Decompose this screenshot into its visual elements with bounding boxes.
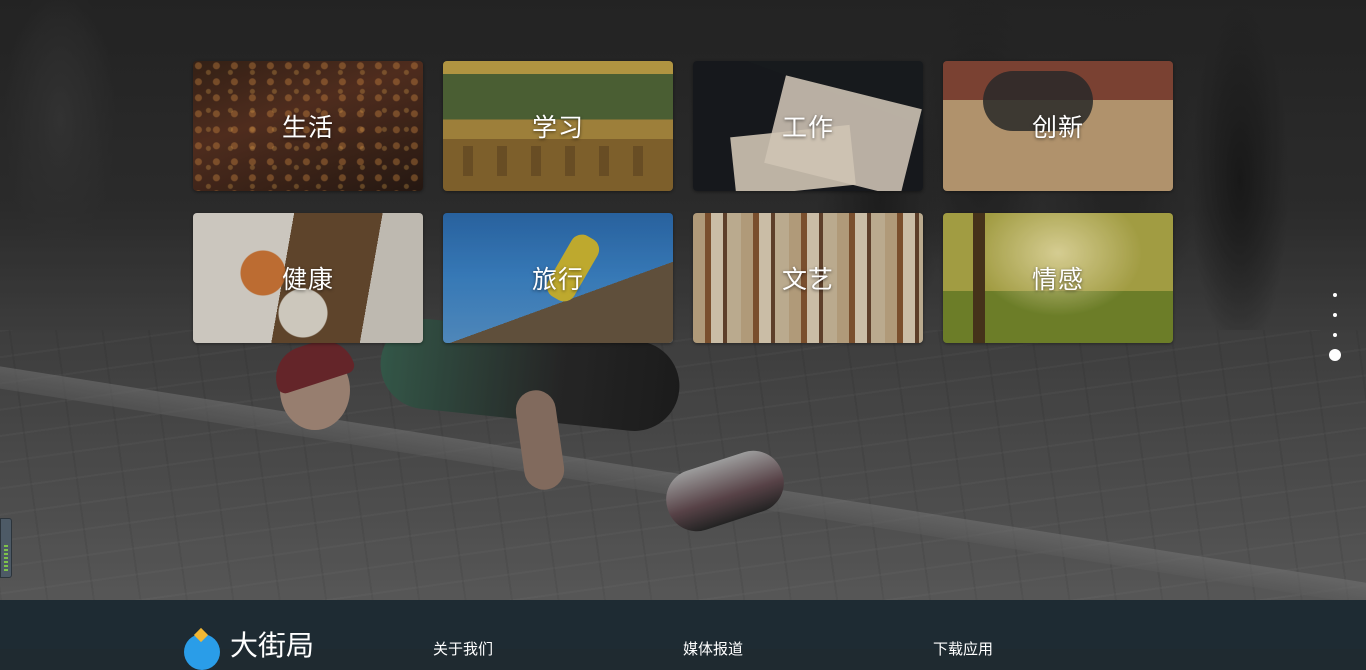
category-label: 生活 xyxy=(281,113,334,142)
pager-dot-3[interactable] xyxy=(1333,333,1337,337)
logo-text: 大街局 xyxy=(230,629,315,662)
category-label: 情感 xyxy=(1031,265,1084,294)
category-card-travel[interactable]: 旅行 xyxy=(443,213,673,343)
pager-dot-2[interactable] xyxy=(1333,313,1337,317)
slide-pager xyxy=(1328,290,1342,370)
level-meter-icon xyxy=(4,545,8,571)
category-card-work[interactable]: 工作 xyxy=(693,61,923,191)
category-card-emotion[interactable]: 情感 xyxy=(943,213,1173,343)
category-label: 工作 xyxy=(781,113,834,142)
category-card-health[interactable]: 健康 xyxy=(193,213,423,343)
category-label: 创新 xyxy=(1031,113,1084,142)
category-card-innovation[interactable]: 创新 xyxy=(943,61,1173,191)
category-label: 健康 xyxy=(281,265,334,294)
category-label: 文艺 xyxy=(781,265,834,294)
pager-dot-1[interactable] xyxy=(1333,293,1337,297)
logo-icon xyxy=(182,630,222,670)
side-volume-widget[interactable] xyxy=(0,518,12,578)
category-card-art[interactable]: 文艺 xyxy=(693,213,923,343)
category-card-study[interactable]: 学习 xyxy=(443,61,673,191)
category-card-life[interactable]: 生活 xyxy=(193,61,423,191)
category-label: 学习 xyxy=(531,113,584,142)
footer: 大街局 关于我们 媒体报道 下载应用 xyxy=(0,600,1366,670)
pager-dot-4-active[interactable] xyxy=(1329,349,1341,361)
category-grid: 生活 学习 工作 创新 健康 旅行 文艺 情感 xyxy=(193,61,1173,343)
footer-logo[interactable]: 大街局 xyxy=(182,630,314,670)
category-label: 旅行 xyxy=(531,265,584,294)
